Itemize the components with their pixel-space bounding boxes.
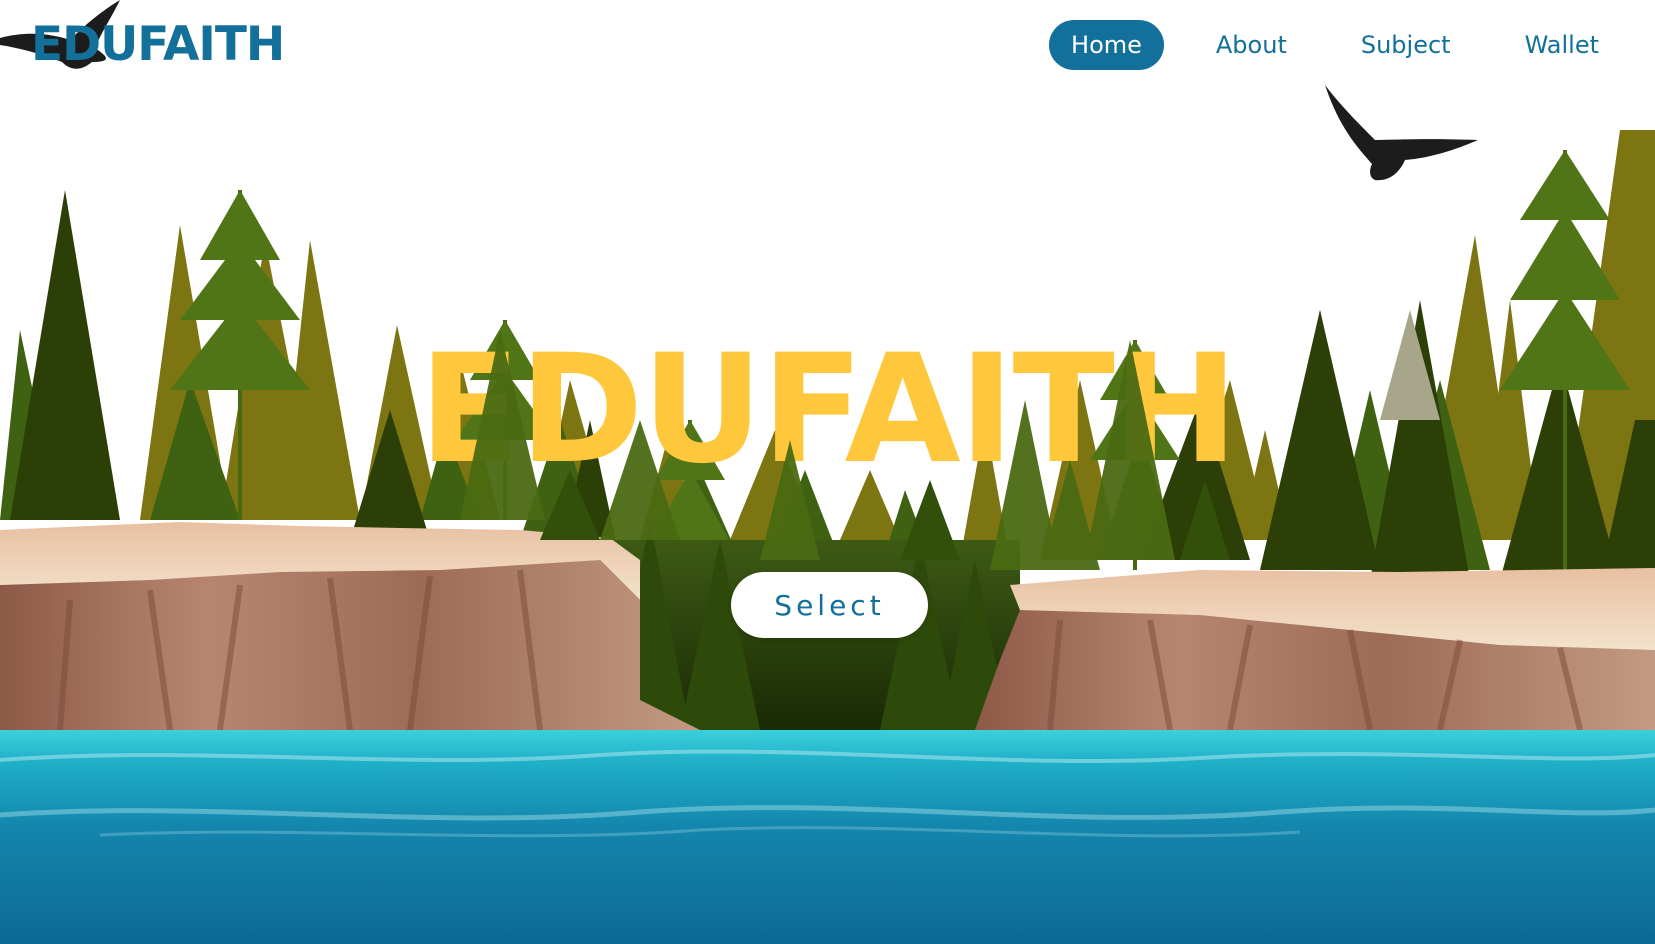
left-cliff: [0, 522, 700, 731]
select-button[interactable]: Select: [731, 572, 928, 638]
top-navbar: EDUFAITH Home About Subject Wallet: [0, 0, 1655, 92]
nav-links: Home About Subject Wallet: [1019, 20, 1621, 70]
nav-item-subject[interactable]: Subject: [1339, 20, 1473, 70]
nav-item-home[interactable]: Home: [1049, 20, 1164, 70]
hero-title: EDUFAITH: [418, 323, 1239, 497]
right-cliff: [975, 568, 1655, 731]
nav-item-wallet[interactable]: Wallet: [1503, 20, 1621, 70]
lake-water: [0, 730, 1655, 944]
landing-page: EDUFAITH Home About Subject Wallet EDUFA…: [0, 0, 1655, 944]
eagle-silhouette-icon-right: [1325, 85, 1478, 181]
brand-logo[interactable]: EDUFAITH: [31, 17, 285, 73]
nav-item-about[interactable]: About: [1194, 20, 1309, 70]
